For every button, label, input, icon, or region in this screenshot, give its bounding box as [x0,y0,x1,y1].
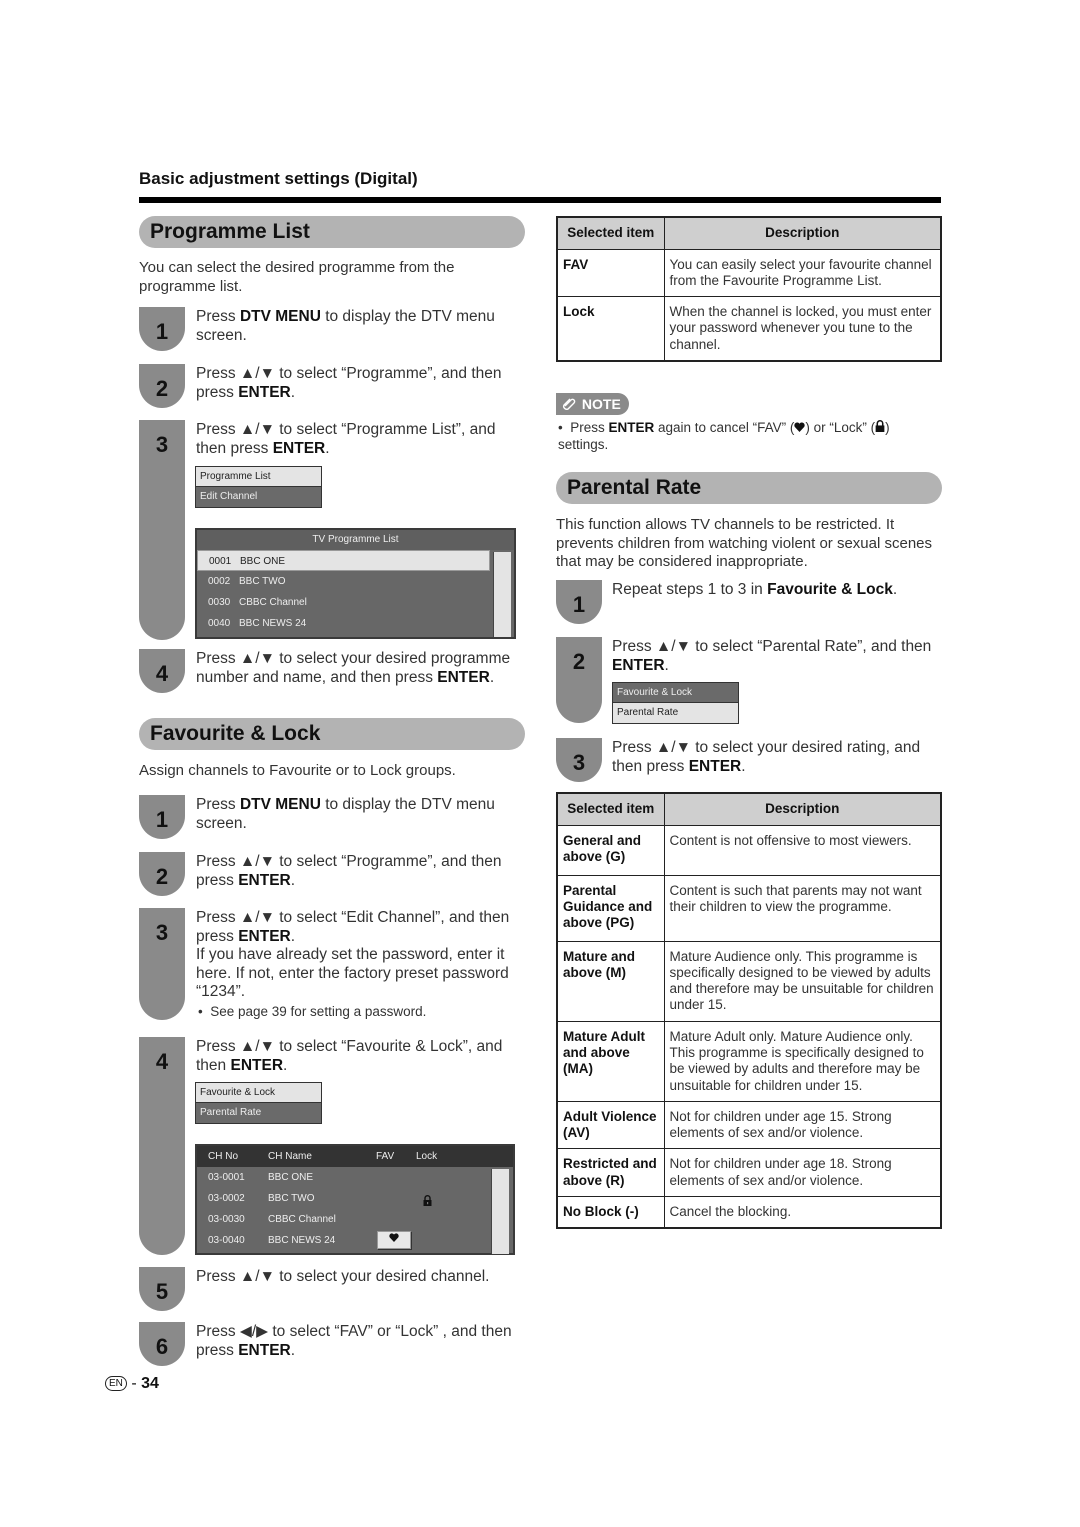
table-row: Restricted and above (R) Not for children… [556,1148,942,1198]
step-number: 2 [139,852,185,896]
list-item[interactable]: 0002 BBC TWO [197,571,490,592]
column-header: FAV [376,1151,395,1162]
table-row: Mature Adult and above (MA) Mature Adult … [556,1020,942,1102]
column-header: Description [663,792,942,826]
section-title-favourite-lock: Favourite & Lock [139,718,525,750]
step-text: Press ▲/▼ to select your desired rating,… [612,739,921,775]
step-text: Press ▲/▼ to select “Favourite & Lock”, … [196,1038,503,1074]
step-number: 5 [139,1267,185,1311]
step-text: Press DTV MENU to display the DTV menu s… [196,796,495,832]
programme-list-intro: You can select the desired programme fro… [139,259,455,295]
column-header: Lock [416,1151,438,1162]
dtv-menu-box: Favourite & Lock Parental Rate [612,682,739,724]
step-number: 1 [139,795,185,839]
section-title-programme-list: Programme List [139,216,525,248]
step-number: 2 [139,364,185,408]
channel-edit-table: CH No CH Name FAV Lock 03-0001 BBC ONE 0… [195,1144,515,1255]
channel-table-header: CH No CH Name FAV Lock [197,1146,513,1167]
column-header: Description [663,216,942,250]
menu-item-programme-list[interactable]: Programme List [196,467,321,487]
column-header: Selected item [556,792,665,826]
table-row: Lock When the channel is locked, you must… [556,296,942,362]
tv-list-title: TV Programme List [197,530,514,550]
menu-item-parental-rate[interactable]: Parental Rate [196,1103,321,1123]
step-number: 3 [139,908,185,1020]
list-scrollbar[interactable] [491,1169,509,1254]
step-text: Press ▲/▼ to select “Parental Rate”, and… [612,638,932,674]
table-row: Parental Guidance and above (PG) Content … [556,874,942,942]
step-text: Press ▲/▼ to select “Programme”, and the… [196,853,502,889]
dtv-menu-box: Programme List Edit Channel [195,466,322,508]
note-badge: NOTE [556,393,629,415]
tv-programme-list: TV Programme List 0001 BBC ONE 0002 BBC TW… [195,528,516,639]
list-item[interactable]: 0001 BBC ONE [197,550,490,571]
paperclip-icon [563,398,576,410]
lock-icon [875,420,885,432]
note-text: • Press ENTER again to cancel “FAV” () o… [558,420,890,452]
list-item[interactable]: 0040 BBC NEWS 24 [197,613,490,634]
dtv-menu-box: Favourite & Lock Parental Rate [195,1082,322,1124]
page-header: Basic adjustment settings (Digital) [139,169,418,188]
heart-icon [389,1233,399,1242]
table-row[interactable]: 03-0001 BBC ONE [197,1167,513,1188]
step-text: Press DTV MENU to display the DTV menu s… [196,308,495,344]
table-row: Mature and above (M) Mature Audience only… [556,940,942,1022]
table-row[interactable]: 03-0030 CBBC Channel [197,1209,513,1230]
parental-rate-intro: This function allows TV channels to be r… [556,516,933,570]
step-text: Press ▲/▼ to select your desired channel… [196,1268,490,1285]
step-text: Press ▲/▼ to select “Programme List”, an… [196,421,496,457]
parental-rate-table: Selected item Description General and abo… [556,792,942,1230]
step-number: 3 [556,738,602,782]
step-text: Repeat steps 1 to 3 in Favourite & Lock. [612,581,898,598]
table-row: Adult Violence (AV) Not for children unde… [556,1100,942,1150]
page-number: EN - 34 [105,1375,159,1393]
bullet-note: • See page 39 for setting a password. [198,1004,427,1019]
fav-lock-description-table: Selected item Description FAV You can easi… [556,216,942,362]
step-number: 6 [139,1322,185,1366]
menu-item-edit-channel[interactable]: Edit Channel [196,487,321,507]
step-number: 3 [139,420,185,640]
table-row[interactable]: 03-0040 BBC NEWS 24 [197,1230,513,1251]
menu-item-parental-rate[interactable]: Parental Rate [613,703,738,723]
heart-icon [794,422,805,432]
step-number: 4 [139,649,185,693]
column-header: CH Name [268,1151,312,1162]
favourite-lock-intro: Assign channels to Favourite or to Lock … [139,762,456,779]
table-row: FAV You can easily select your favourite … [556,248,942,298]
list-scrollbar[interactable] [493,552,511,637]
menu-item-favourite-lock[interactable]: Favourite & Lock [196,1083,321,1103]
language-badge: EN [105,1376,127,1391]
step-number: 4 [139,1037,185,1255]
table-row: No Block (-) Cancel the blocking. [556,1196,942,1229]
step-text: Press ◀/▶ to select “FAV” or “Lock” , an… [196,1323,512,1359]
step-text: Press ▲/▼ to select your desired program… [196,650,511,686]
step-number: 1 [139,307,185,351]
table-row[interactable]: 03-0002 BBC TWO [197,1188,513,1209]
step-text: Press ▲/▼ to select “Edit Channel”, and … [196,909,510,1000]
header-rule [139,197,941,203]
step-number: 1 [556,580,602,624]
column-header: CH No [208,1151,239,1162]
table-row: General and above (G) Content is not offe… [556,824,942,876]
list-item[interactable]: 0030 CBBC Channel [197,592,490,613]
column-header: Selected item [556,216,665,250]
step-number: 2 [556,637,602,723]
step-text: Press ▲/▼ to select “Programme”, and the… [196,365,502,401]
fav-toggle-button[interactable] [377,1231,411,1249]
menu-item-favourite-lock[interactable]: Favourite & Lock [613,683,738,703]
section-title-parental-rate: Parental Rate [556,472,942,504]
